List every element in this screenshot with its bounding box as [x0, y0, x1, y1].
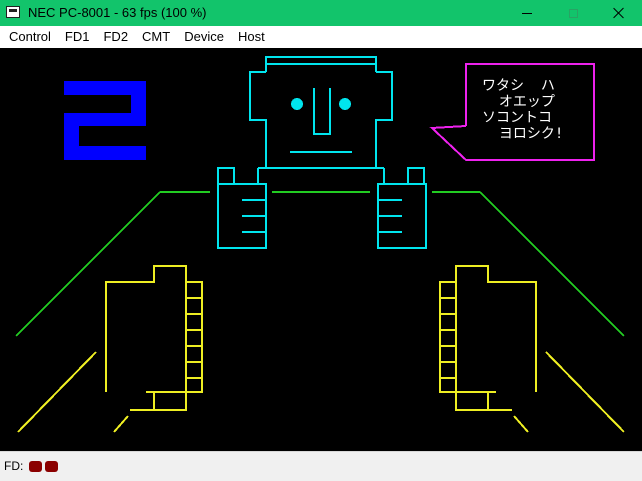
speech-line-4: ヨロシク! [482, 126, 563, 142]
close-button[interactable] [596, 0, 642, 26]
right-hand [439, 265, 625, 433]
menu-device[interactable]: Device [177, 26, 231, 48]
fd2-access-led [45, 461, 58, 472]
floor-lines [15, 191, 625, 337]
robot-eyes [291, 98, 351, 110]
speech-line-1: ワタシ ハ [482, 78, 555, 94]
menu-fd1[interactable]: FD1 [58, 26, 97, 48]
counter-digit [64, 81, 146, 160]
menu-control[interactable]: Control [2, 26, 58, 48]
emulator-window: NEC PC-8001 - 63 fps (100 %) Control FD1… [0, 0, 642, 481]
minimize-button[interactable] [504, 0, 550, 26]
speech-text: ワタシ ハ オエップ ソコントコ ヨロシク! [482, 78, 563, 142]
minimize-icon [522, 12, 532, 14]
title-bar[interactable]: NEC PC-8001 - 63 fps (100 %) [0, 0, 642, 26]
speech-line-3: ソコントコ [482, 110, 552, 126]
status-bar: FD: [0, 451, 642, 481]
robot [217, 56, 427, 249]
menu-cmt[interactable]: CMT [135, 26, 177, 48]
left-hand [17, 265, 203, 433]
close-icon [613, 7, 625, 19]
speech-line-2: オエップ [482, 94, 555, 110]
menu-bar: Control FD1 FD2 CMT Device Host [0, 26, 642, 48]
menu-host[interactable]: Host [231, 26, 272, 48]
maximize-icon [568, 8, 578, 18]
menu-fd2[interactable]: FD2 [96, 26, 135, 48]
emulator-screen[interactable]: ワタシ ハ オエップ ソコントコ ヨロシク! [0, 48, 642, 451]
maximize-button [550, 0, 596, 26]
fd1-access-led [29, 461, 42, 472]
app-icon[interactable] [6, 6, 20, 18]
window-title: NEC PC-8001 - 63 fps (100 %) [28, 5, 207, 20]
fd-label: FD: [4, 459, 24, 473]
